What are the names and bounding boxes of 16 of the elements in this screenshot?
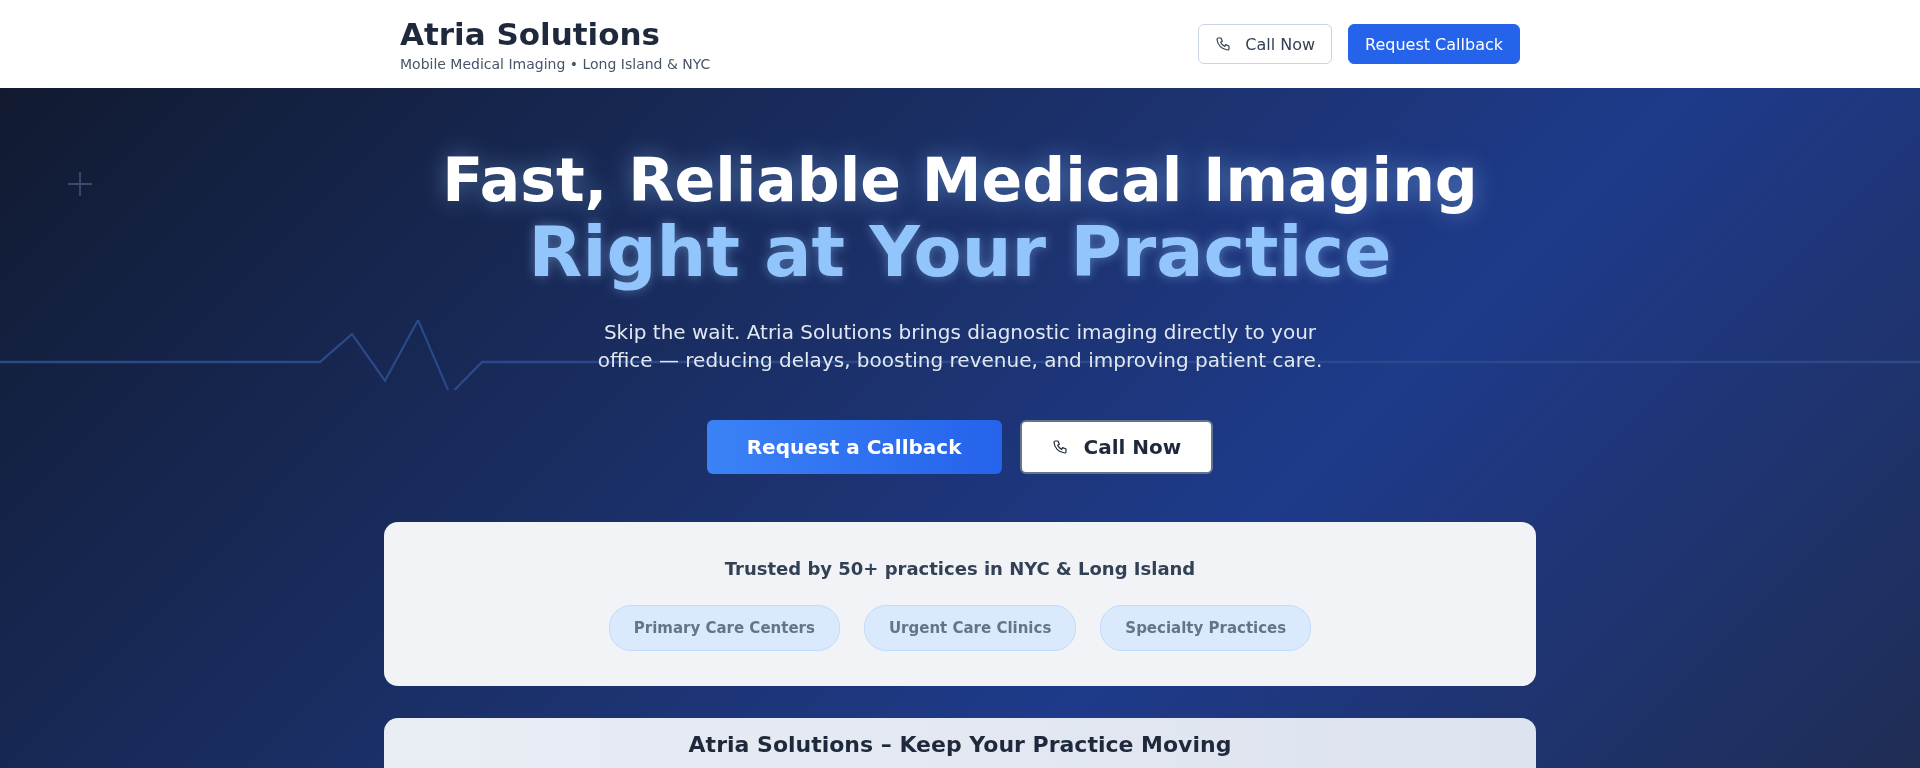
practice-tag: Specialty Practices [1100, 605, 1312, 651]
practice-tag: Urgent Care Clinics [863, 605, 1077, 651]
phone-icon [1215, 36, 1232, 52]
callback-button[interactable]: Request a Callback [706, 420, 1002, 474]
phone-icon [1051, 439, 1068, 455]
brand-tagline: Mobile Medical Imaging • Long Island & NYC [400, 56, 711, 72]
card-title: Atria Solutions – Keep Your Practice Moving [688, 732, 1232, 758]
callback-button[interactable]: Request Callback [1348, 24, 1520, 64]
brand-name: Atria Solutions [400, 16, 662, 52]
call-button[interactable]: Call Now [1198, 24, 1333, 64]
card-title: Trusted by 50+ practices in NYC & Long Island [724, 558, 1196, 579]
call-button[interactable]: Call Now [1019, 420, 1214, 474]
hero-description: Skip the wait. Atria Solutions brings diagnostic imaging directly to your office — reducing delays, boosting revenue, and improving patient care. [596, 319, 1324, 374]
practice-tag: Primary Care Centers [608, 605, 840, 651]
plus-icon [68, 172, 92, 196]
hero-title: Fast, Reliable Medical Imaging [442, 144, 1478, 216]
